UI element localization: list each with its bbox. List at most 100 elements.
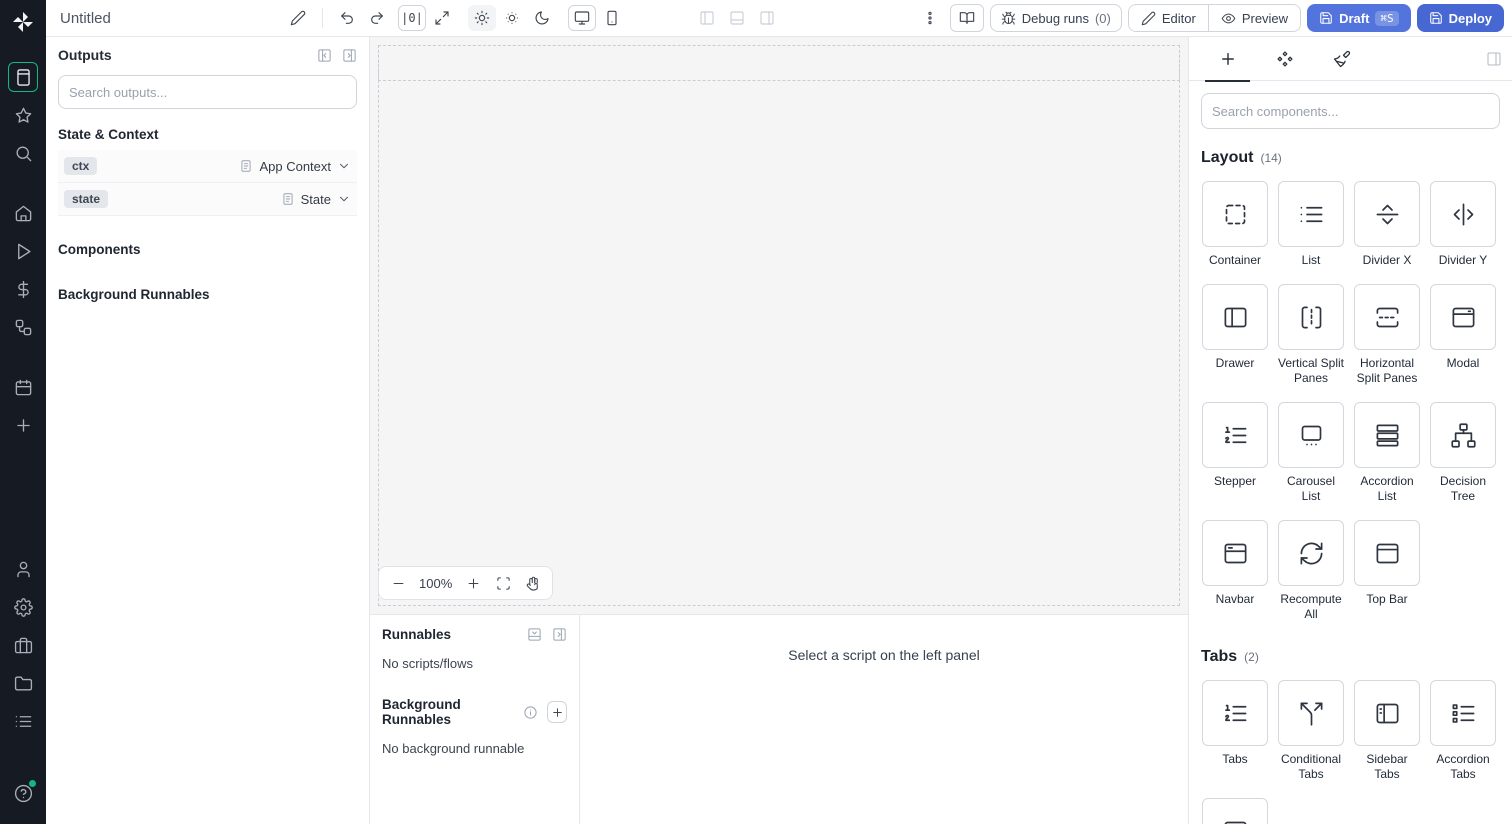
rail-favorites-button[interactable]: [8, 100, 38, 130]
dock-panel-right-icon[interactable]: [342, 48, 357, 63]
rail-flows-button[interactable]: [8, 312, 38, 342]
add-background-runnable-button[interactable]: [547, 701, 567, 723]
redo-button[interactable]: [363, 5, 391, 31]
play-icon: [17, 243, 31, 259]
sun-icon: [474, 10, 490, 26]
rail-folders-button[interactable]: [8, 668, 38, 698]
rail-home-button[interactable]: [8, 198, 38, 228]
pan-mode-button[interactable]: [520, 570, 546, 596]
search-components-input[interactable]: [1201, 93, 1500, 129]
dollar-icon: [17, 280, 29, 298]
tab-component-settings[interactable]: [1256, 37, 1313, 81]
panel-left-icon: [700, 11, 714, 25]
undo-button[interactable]: [333, 5, 361, 31]
component-card-top-bar[interactable]: Top Bar: [1353, 520, 1421, 607]
component-card-partial[interactable]: [1201, 798, 1269, 824]
divider-y-icon: [1453, 203, 1473, 225]
rail-users-button[interactable]: [8, 554, 38, 584]
chevron-down-icon[interactable]: [337, 192, 351, 206]
modal-icon: [1452, 307, 1474, 327]
gear-icon: [13, 597, 33, 617]
fit-view-button[interactable]: [428, 5, 456, 31]
component-card-navbar[interactable]: Navbar: [1201, 520, 1269, 607]
toggle-left-panel-button[interactable]: [693, 5, 721, 31]
component-card-divider-x[interactable]: Divider X: [1353, 181, 1421, 268]
toggle-bottom-panel-button[interactable]: [723, 5, 751, 31]
component-ids-toggle[interactable]: |0|: [398, 5, 426, 31]
rail-help-button[interactable]: [8, 778, 38, 808]
ctx-type-label: App Context: [259, 158, 331, 174]
component-card-stepper[interactable]: Stepper: [1201, 402, 1269, 489]
component-card-drawer[interactable]: Drawer: [1201, 284, 1269, 371]
rail-schedules-button[interactable]: [8, 372, 38, 402]
component-card-carousel-list[interactable]: Carousel List: [1277, 402, 1345, 504]
zoom-out-button[interactable]: [385, 570, 411, 596]
rail-runs-button[interactable]: [8, 236, 38, 266]
component-card-accordion-list[interactable]: Accordion List: [1353, 402, 1421, 504]
tab-styling[interactable]: [1313, 37, 1370, 81]
theme-dim-button[interactable]: [498, 5, 526, 31]
component-card-vertical-split[interactable]: Vertical Split Panes: [1277, 284, 1345, 386]
accordion-tabs-icon: [1452, 703, 1474, 723]
debug-runs-label: Debug runs: [1021, 10, 1089, 26]
divider: [322, 8, 323, 28]
workflow-icon: [15, 319, 31, 335]
component-card-modal[interactable]: Modal: [1429, 284, 1497, 371]
top-bar-icon: [1376, 543, 1398, 563]
more-options-button[interactable]: [916, 5, 944, 31]
chevron-down-icon[interactable]: [337, 159, 351, 173]
debug-runs-button[interactable]: Debug runs (0): [989, 4, 1122, 32]
fit-to-screen-button[interactable]: [490, 570, 516, 596]
rail-search-button[interactable]: [8, 138, 38, 168]
component-card-list[interactable]: List: [1277, 181, 1345, 268]
mobile-view-button[interactable]: [598, 5, 626, 31]
rail-workers-button[interactable]: [8, 630, 38, 660]
navbar-icon: [1224, 543, 1246, 563]
zoom-in-button[interactable]: [460, 570, 486, 596]
expand-panel-icon[interactable]: [552, 627, 567, 642]
zoom-level[interactable]: 100%: [415, 576, 456, 591]
component-card-sidebar-tabs[interactable]: Sidebar Tabs: [1353, 680, 1421, 782]
pencil-icon: [290, 10, 306, 26]
info-icon[interactable]: [523, 705, 538, 720]
rail-logs-button[interactable]: [8, 706, 38, 736]
dock-bottom-icon[interactable]: [527, 627, 542, 642]
windmill-logo[interactable]: [11, 10, 35, 34]
state-output-row[interactable]: state State: [58, 183, 357, 216]
save-draft-button[interactable]: Draft ⌘S: [1307, 4, 1411, 32]
rail-variables-button[interactable]: [8, 274, 38, 304]
divider-x-icon: [1376, 204, 1398, 224]
rail-settings-button[interactable]: [8, 592, 38, 622]
paintbrush-icon: [1333, 50, 1350, 67]
rail-create-button[interactable]: [8, 410, 38, 440]
component-card-horizontal-split[interactable]: Horizontal Split Panes: [1353, 284, 1421, 386]
ctx-output-row[interactable]: ctx App Context: [58, 150, 357, 183]
docs-button[interactable]: [949, 4, 984, 32]
component-card-tabs[interactable]: Tabs: [1201, 680, 1269, 767]
rail-apps-button[interactable]: [8, 62, 38, 92]
deploy-button[interactable]: Deploy: [1416, 4, 1504, 32]
toggle-right-panel-button[interactable]: [753, 5, 781, 31]
theme-light-button[interactable]: [468, 5, 496, 31]
theme-dark-button[interactable]: [528, 5, 556, 31]
app-canvas[interactable]: 100%: [370, 37, 1188, 615]
edit-title-button[interactable]: [284, 5, 312, 31]
tab-insert-component[interactable]: [1199, 37, 1256, 82]
preview-tab[interactable]: Preview: [1207, 5, 1301, 31]
folder-icon: [14, 675, 32, 691]
preview-label: Preview: [1241, 10, 1289, 26]
components-panel-tabs: [1189, 37, 1512, 82]
component-card-conditional-tabs[interactable]: Conditional Tabs: [1277, 680, 1345, 782]
desktop-view-button[interactable]: [568, 5, 596, 31]
editor-tab[interactable]: Editor: [1128, 5, 1208, 31]
component-card-accordion-tabs[interactable]: Accordion Tabs: [1429, 680, 1497, 782]
bug-icon: [1001, 11, 1016, 25]
component-card-container[interactable]: Container: [1201, 181, 1269, 268]
search-outputs-input[interactable]: [58, 75, 357, 109]
collapse-right-panel-icon[interactable]: [1486, 51, 1502, 67]
component-card-divider-y[interactable]: Divider Y: [1429, 181, 1497, 268]
component-card-decision-tree[interactable]: Decision Tree: [1429, 402, 1497, 504]
dock-panel-left-icon[interactable]: [317, 48, 332, 63]
component-card-recompute-all[interactable]: Recompute All: [1277, 520, 1345, 622]
recompute-icon: [1300, 542, 1322, 564]
